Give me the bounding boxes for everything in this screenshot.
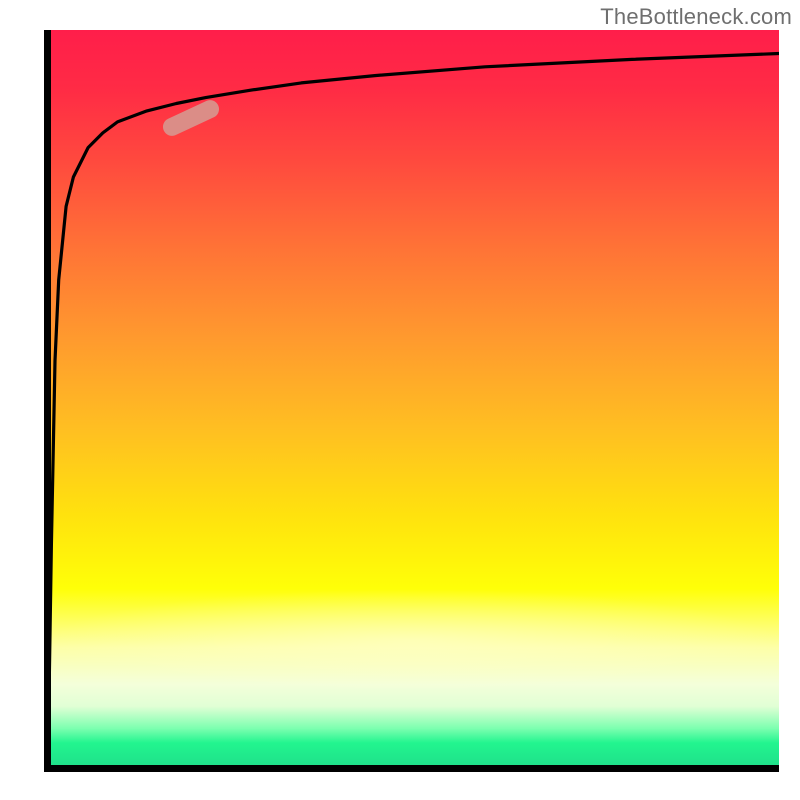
- watermark-text: TheBottleneck.com: [600, 4, 792, 30]
- plot-gradient-background: [44, 30, 779, 765]
- y-axis: [44, 30, 51, 765]
- x-axis: [44, 765, 779, 772]
- chart-stage: TheBottleneck.com: [0, 0, 800, 800]
